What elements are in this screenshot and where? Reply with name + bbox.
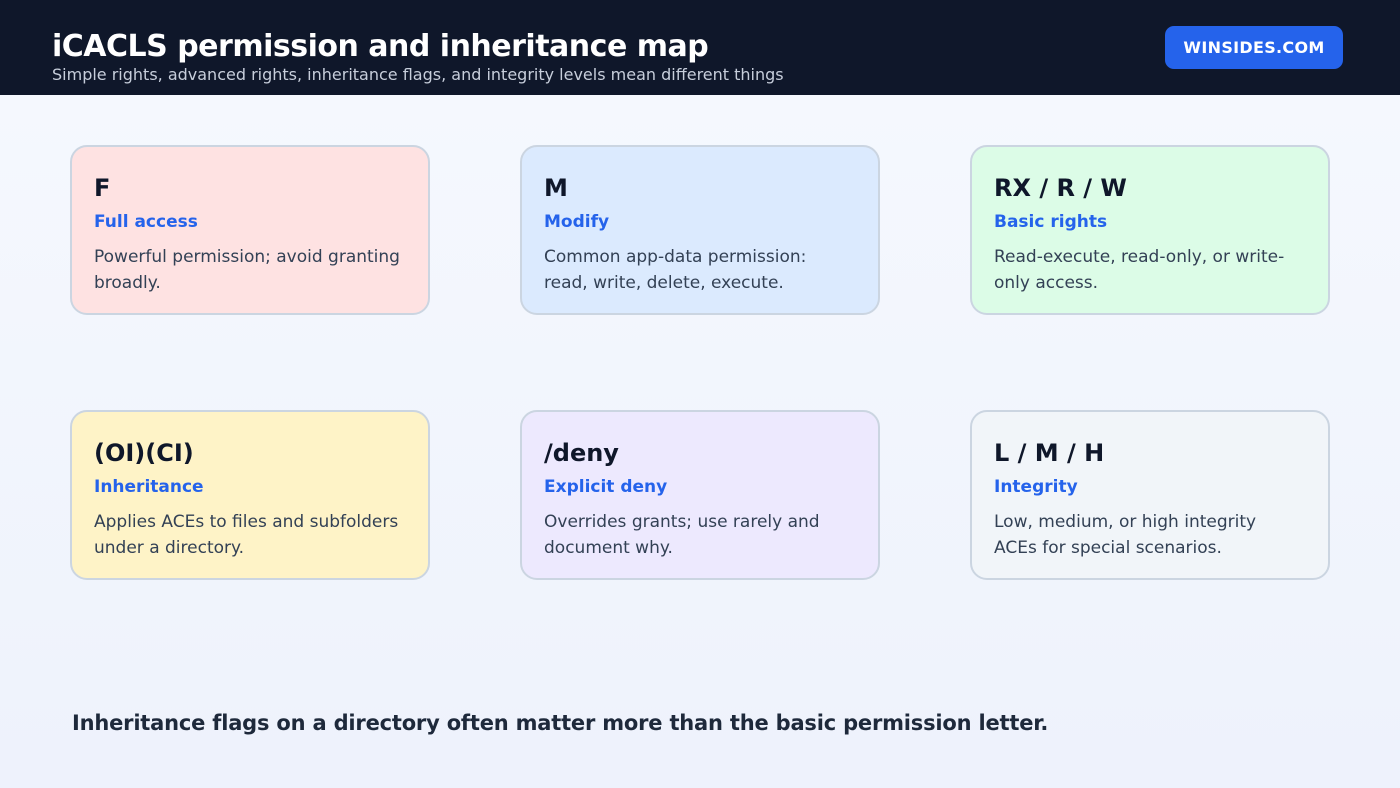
card-label: Explicit deny xyxy=(544,477,668,497)
card-code: M xyxy=(544,174,568,202)
card-label: Inheritance xyxy=(94,477,204,497)
card-code: L / M / H xyxy=(994,439,1105,467)
page-subtitle: Simple rights, advanced rights, inherita… xyxy=(52,65,784,84)
card-code: RX / R / W xyxy=(994,174,1127,202)
card-inheritance: (OI)(CI) Inheritance Applies ACEs to fil… xyxy=(70,410,430,580)
card-description: Powerful permission; avoid granting broa… xyxy=(94,247,400,293)
card-description: Read-execute, read-only, or write-only a… xyxy=(994,247,1285,293)
card-code: F xyxy=(94,174,111,202)
card-basic-rights: RX / R / W Basic rights Read-execute, re… xyxy=(970,145,1330,315)
page-title: iCACLS permission and inheritance map xyxy=(52,29,709,64)
card-label: Basic rights xyxy=(994,212,1108,232)
card-code: /deny xyxy=(544,439,619,467)
card-label: Full access xyxy=(94,212,198,232)
footer-note: Inheritance flags on a directory often m… xyxy=(72,711,1049,735)
card-description: Common app-data permission: read, write,… xyxy=(544,247,807,293)
card-description: Applies ACEs to files and subfolders und… xyxy=(94,512,399,558)
card-explicit-deny: /deny Explicit deny Overrides grants; us… xyxy=(520,410,880,580)
card-label: Integrity xyxy=(994,477,1078,497)
card-label: Modify xyxy=(544,212,610,232)
card-full-access: F Full access Powerful permission; avoid… xyxy=(70,145,430,315)
card-integrity: L / M / H Integrity Low, medium, or high… xyxy=(970,410,1330,580)
card-description: Low, medium, or high integrity ACEs for … xyxy=(994,512,1257,558)
card-code: (OI)(CI) xyxy=(94,439,194,467)
card-modify: M Modify Common app-data permission: rea… xyxy=(520,145,880,315)
card-description: Overrides grants; use rarely and documen… xyxy=(544,512,820,558)
brand-badge[interactable]: WINSIDES.COM xyxy=(1165,26,1343,69)
header-bar: iCACLS permission and inheritance map Si… xyxy=(0,0,1400,95)
